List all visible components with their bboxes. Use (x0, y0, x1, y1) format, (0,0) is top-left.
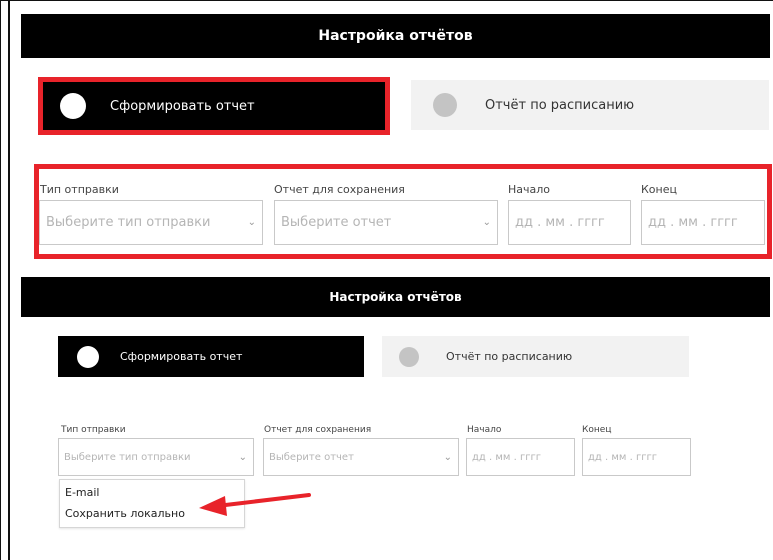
end-date-input[interactable]: дд . мм . гггг (641, 200, 765, 245)
arrow-left-icon (199, 493, 311, 516)
report-label-2: Отчет для сохранения (264, 425, 372, 435)
end-date-placeholder-2: дд . мм . гггг (588, 451, 658, 463)
mode-schedule-label: Отчёт по расписанию (485, 97, 635, 113)
start-label-2: Начало (467, 425, 502, 435)
radio-unselected-icon (399, 346, 419, 367)
frame-border-top (0, 0, 773, 1)
report-placeholder-2: Выберите отчет (269, 451, 354, 463)
report-select[interactable]: Выберите отчет ⌄ (274, 200, 498, 245)
mode-schedule-label-2: Отчёт по расписанию (446, 350, 573, 363)
start-date-placeholder-2: дд . мм . гггг (472, 451, 542, 463)
report-label: Отчет для сохранения (274, 183, 405, 196)
report-placeholder: Выберите отчет (281, 215, 392, 230)
start-label: Начало (508, 183, 551, 196)
mode-manual-label-2: Сформировать отчет (120, 350, 243, 363)
page-title: Настройка отчётов (21, 14, 770, 58)
mode-manual-label: Сформировать отчет (110, 98, 255, 114)
frame-border-inner (8, 0, 10, 560)
dropdown-option-email[interactable]: E-mail (65, 486, 100, 499)
chevron-down-icon: ⌄ (247, 217, 256, 228)
start-date-placeholder: дд . мм . гггг (515, 215, 605, 230)
end-date-placeholder: дд . мм . гггг (648, 215, 738, 230)
send-type-select-2[interactable]: Выберите тип отправки ⌄ (58, 438, 254, 476)
send-type-placeholder: Выберите тип отправки (46, 215, 211, 230)
frame-border-left (0, 0, 1, 560)
radio-selected-icon (77, 345, 99, 368)
mode-schedule-button[interactable]: Отчёт по расписанию (411, 80, 769, 130)
mode-manual-button-2[interactable]: Сформировать отчет (58, 336, 364, 377)
send-type-label-2: Тип отправки (61, 425, 126, 435)
dropdown-option-save-local[interactable]: Сохранить локально (65, 507, 185, 520)
page-title-2: Настройка отчётов (21, 277, 770, 317)
mode-manual-button[interactable]: Сформировать отчет (43, 82, 385, 130)
end-label: Конец (641, 183, 677, 196)
send-type-select[interactable]: Выберите тип отправки ⌄ (39, 200, 263, 245)
end-label-2: Конец (582, 425, 612, 435)
send-type-placeholder-2: Выберите тип отправки (64, 451, 191, 463)
chevron-down-icon: ⌄ (443, 451, 452, 463)
mode-schedule-button-2[interactable]: Отчёт по расписанию (382, 336, 689, 377)
radio-selected-icon (60, 93, 86, 119)
end-date-input-2[interactable]: дд . мм . гггг (582, 438, 691, 476)
send-type-label: Тип отправки (40, 183, 119, 196)
start-date-input-2[interactable]: дд . мм . гггг (466, 438, 575, 476)
chevron-down-icon: ⌄ (482, 217, 491, 228)
start-date-input[interactable]: дд . мм . гггг (508, 200, 631, 245)
report-select-2[interactable]: Выберите отчет ⌄ (263, 438, 459, 476)
radio-unselected-icon (433, 93, 457, 117)
chevron-down-icon: ⌄ (238, 451, 247, 463)
